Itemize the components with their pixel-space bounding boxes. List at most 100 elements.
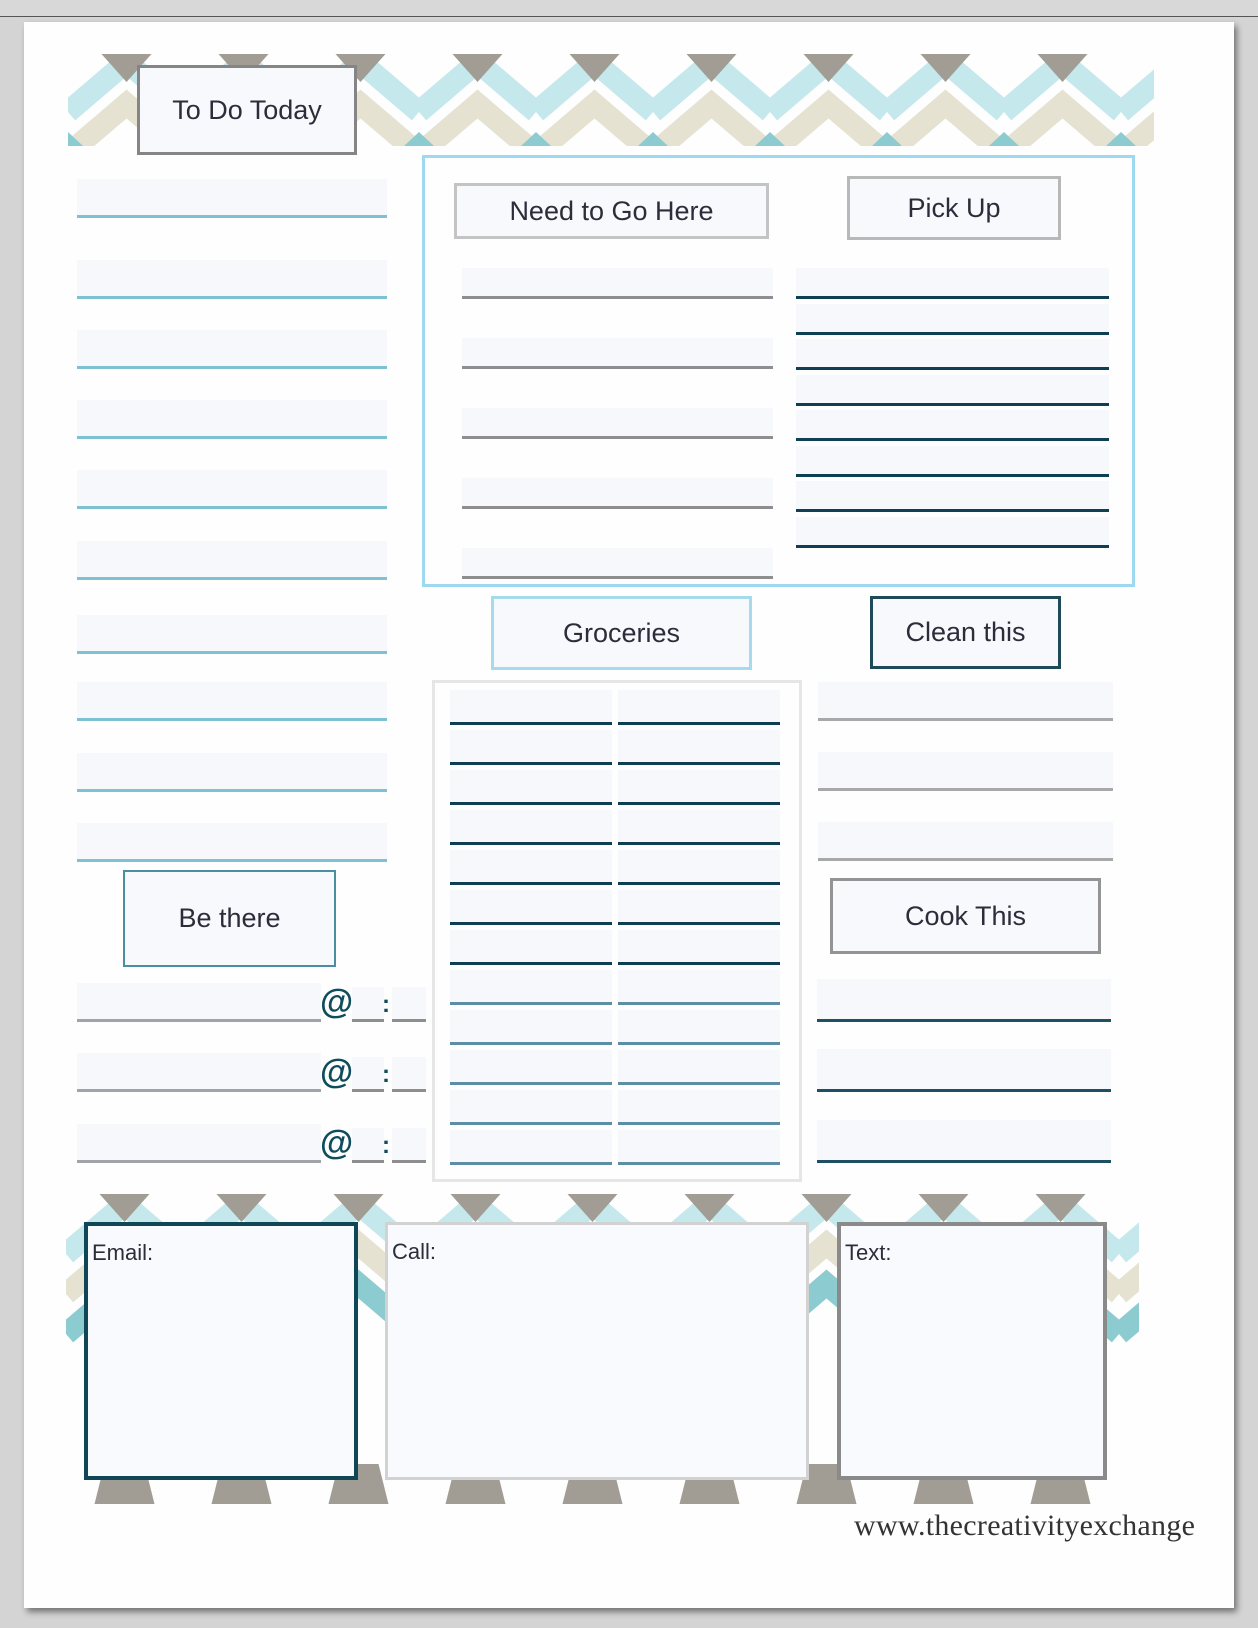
cook-this-line-field[interactable] — [817, 1120, 1111, 1160]
be-there-event-line-field[interactable] — [77, 983, 321, 1019]
groceries-label: Groceries — [491, 596, 752, 670]
grocery-line-field[interactable] — [450, 890, 612, 922]
grocery-line-field[interactable] — [450, 850, 612, 882]
to-do-line — [77, 436, 387, 439]
grocery-line — [618, 882, 780, 885]
text-box[interactable]: Text: — [837, 1222, 1107, 1480]
grocery-line-field[interactable] — [450, 970, 612, 1002]
grocery-line-field[interactable] — [618, 1090, 780, 1122]
grocery-line-field[interactable] — [450, 730, 612, 762]
clean-this-line-field[interactable] — [818, 822, 1113, 858]
grocery-line-field[interactable] — [450, 770, 612, 802]
pick-up-line-field[interactable] — [796, 516, 1109, 545]
be-there-minute-line-field[interactable] — [392, 987, 426, 1019]
cook-this-line — [817, 1019, 1111, 1022]
time-colon: : — [382, 1132, 390, 1159]
be-there-minute-line-field[interactable] — [392, 1128, 426, 1160]
to-do-line-field[interactable] — [77, 753, 387, 789]
grocery-line-field[interactable] — [618, 890, 780, 922]
pick-up-line-field[interactable] — [796, 268, 1109, 296]
cook-this-line — [817, 1089, 1111, 1092]
grocery-line-field[interactable] — [450, 1130, 612, 1162]
to-do-line-field[interactable] — [77, 179, 387, 215]
grocery-line-field[interactable] — [618, 690, 780, 722]
to-do-line-field[interactable] — [77, 400, 387, 436]
groceries-title: Groceries — [562, 617, 681, 648]
cook-this-line-field[interactable] — [817, 1049, 1111, 1089]
grocery-line-field[interactable] — [618, 1010, 780, 1042]
grocery-line — [450, 962, 612, 965]
be-there-hour-line-field[interactable] — [352, 1128, 384, 1160]
need-to-go-line-field[interactable] — [462, 548, 773, 576]
grocery-line-field[interactable] — [618, 1130, 780, 1162]
be-there-label: Be there — [123, 870, 336, 967]
clean-this-label: Clean this — [870, 596, 1061, 669]
grocery-line-field[interactable] — [618, 850, 780, 882]
grocery-line — [450, 842, 612, 845]
grocery-line-field[interactable] — [618, 770, 780, 802]
grocery-line-field[interactable] — [618, 930, 780, 962]
pick-up-line-field[interactable] — [796, 481, 1109, 509]
be-there-event-line-field[interactable] — [77, 1053, 321, 1089]
pick-up-line-field[interactable] — [796, 374, 1109, 403]
need-to-go-line-field[interactable] — [462, 408, 773, 436]
grocery-line-field[interactable] — [450, 1010, 612, 1042]
to-do-line — [77, 859, 387, 862]
pick-up-line-field[interactable] — [796, 339, 1109, 367]
clean-this-line-field[interactable] — [818, 682, 1113, 718]
grocery-line-field[interactable] — [618, 1050, 780, 1082]
to-do-line-field[interactable] — [77, 330, 387, 366]
clean-this-line-field[interactable] — [818, 752, 1113, 788]
pick-up-line-field[interactable] — [796, 303, 1109, 332]
pick-up-title: Pick Up — [907, 192, 1001, 223]
grocery-line — [618, 1162, 780, 1165]
grocery-line — [618, 1082, 780, 1085]
grocery-line — [618, 842, 780, 845]
be-there-minute-line-field[interactable] — [392, 1057, 426, 1089]
need-to-go-line — [462, 506, 773, 509]
call-box[interactable]: Call: — [385, 1222, 809, 1480]
be-there-minute-line — [392, 1160, 426, 1163]
to-do-line — [77, 577, 387, 580]
site-url: www.thecreativityexchange — [854, 1509, 1196, 1542]
need-to-go-line-field[interactable] — [462, 338, 773, 366]
grocery-line-field[interactable] — [618, 970, 780, 1002]
grocery-line-field[interactable] — [450, 1050, 612, 1082]
need-to-go-line-field[interactable] — [462, 478, 773, 506]
grocery-line-field[interactable] — [450, 810, 612, 842]
clean-this-line — [818, 858, 1113, 861]
chevron-stripe — [1111, 1222, 1139, 1263]
cook-this-title: Cook This — [904, 900, 1027, 931]
to-do-line-field[interactable] — [77, 541, 387, 577]
grocery-line-field[interactable] — [450, 1090, 612, 1122]
pick-up-line — [796, 367, 1109, 370]
pick-up-line — [796, 402, 1109, 406]
be-there-event-line-field[interactable] — [77, 1124, 321, 1160]
grocery-line-field[interactable] — [618, 730, 780, 762]
at-symbol: @ — [320, 1124, 354, 1162]
grocery-line-field[interactable] — [450, 690, 612, 722]
pick-up-line-field[interactable] — [796, 445, 1109, 474]
grocery-line — [618, 722, 780, 725]
to-do-line — [77, 215, 387, 218]
grocery-line — [618, 802, 780, 805]
to-do-line-field[interactable] — [77, 260, 387, 296]
be-there-hour-line-field[interactable] — [352, 1057, 384, 1089]
to-do-line-field[interactable] — [77, 682, 387, 718]
to-do-line-field[interactable] — [77, 470, 387, 506]
need-to-go-line-field[interactable] — [462, 268, 773, 296]
clean-this-line — [818, 788, 1113, 791]
to-do-line-field[interactable] — [77, 615, 387, 651]
grocery-line — [450, 1162, 612, 1165]
to-do-line-field[interactable] — [77, 823, 387, 859]
cook-this-line-field[interactable] — [817, 979, 1111, 1019]
chevron-stripe — [1113, 69, 1154, 121]
be-there-hour-line-field[interactable] — [352, 987, 384, 1019]
grocery-line-field[interactable] — [618, 810, 780, 842]
email-box[interactable]: Email: — [84, 1222, 358, 1480]
be-there-hour-line — [352, 1019, 384, 1022]
grocery-line-field[interactable] — [450, 930, 612, 962]
pick-up-line-field[interactable] — [796, 410, 1109, 438]
need-to-go-line — [462, 436, 773, 439]
to-do-today-title: To Do Today — [172, 94, 322, 125]
